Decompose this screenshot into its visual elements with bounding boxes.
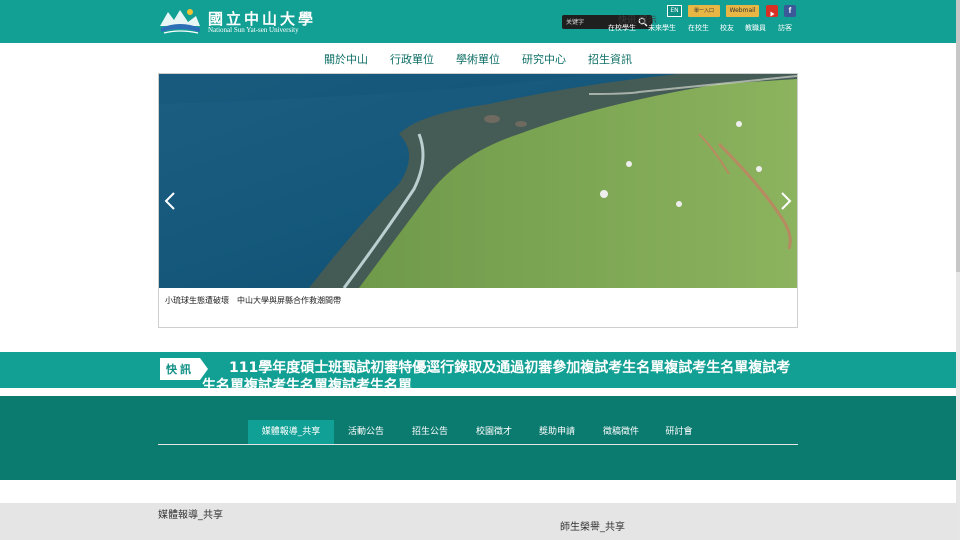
chevron-right-icon[interactable] [779, 191, 793, 211]
tab-activities[interactable]: 活動公告 [338, 420, 394, 444]
tab-call-for-papers[interactable]: 徵稿徵件 [593, 420, 649, 444]
bottom-section: 媒體報導_共享 師生榮譽_共享 [0, 503, 956, 540]
tab-campus-recruitment[interactable]: 校園徵才 [466, 420, 522, 444]
carousel-caption[interactable]: 小琉球生態遭破壞 中山大學與屏縣合作救潮間帶 [165, 295, 341, 306]
audience-link-alumni[interactable]: 校友 [720, 23, 734, 33]
main-navigation: 關於中山 行政單位 學術單位 研究中心 招生資訊 [0, 49, 956, 69]
youtube-icon[interactable] [766, 5, 778, 17]
audience-link-future-students[interactable]: 未來學生 [648, 23, 676, 33]
nav-item-administration[interactable]: 行政單位 [390, 51, 434, 67]
tab-seminars[interactable]: 研討會 [656, 420, 702, 444]
tab-scholarships[interactable]: 獎助申請 [529, 420, 585, 444]
honors-heading: 師生榮譽_共享 [560, 522, 625, 533]
university-logo[interactable]: 國立中山大學 National Sun Yat-sen University [158, 4, 313, 38]
tab-media-reports[interactable]: 媒體報導_共享 [248, 420, 334, 444]
chevron-left-icon[interactable] [163, 191, 177, 211]
webmail-button[interactable]: Webmail [726, 5, 759, 17]
top-header: 國立中山大學 National Sun Yat-sen University 快… [0, 0, 956, 43]
nav-item-about[interactable]: 關於中山 [324, 51, 368, 67]
logo-emblem-icon [160, 9, 200, 34]
audience-link-visitors[interactable]: 訪客 [778, 23, 792, 33]
announcement-tabs-section: 媒體報導_共享 活動公告 招生公告 校園徵才 獎助申請 徵稿徵件 研討會 [0, 396, 956, 480]
flash-news-headline[interactable]: 111學年度碩士班甄試初審特優逕行錄取及通過初審參加複試考生名單複試考生名單複試… [202, 359, 792, 388]
nav-item-admissions[interactable]: 招生資訊 [588, 51, 632, 67]
flash-news-label: 快訊 [166, 363, 194, 376]
facebook-icon[interactable]: f [784, 5, 796, 17]
single-portal-button[interactable]: 單一入口 [688, 5, 720, 17]
scrollbar-thumb[interactable] [956, 0, 960, 272]
nav-item-research[interactable]: 研究中心 [522, 51, 566, 67]
audience-link-staff[interactable]: 教職員 [745, 23, 766, 33]
audience-link-enrolled[interactable]: 在校生 [688, 23, 709, 33]
audience-link-current-students[interactable]: 在校學生 [608, 23, 636, 33]
tab-divider [158, 444, 798, 445]
carousel-image[interactable] [159, 74, 797, 288]
tab-admission-notices[interactable]: 招生公告 [402, 420, 458, 444]
logo-english-name: National Sun Yat-sen University [208, 26, 299, 34]
news-carousel: 小琉球生態遭破壞 中山大學與屏縣合作救潮間帶 [158, 73, 798, 328]
nav-item-academics[interactable]: 學術單位 [456, 51, 500, 67]
media-reports-heading: 媒體報導_共享 [158, 510, 223, 521]
english-language-button[interactable]: EN [667, 5, 682, 17]
flash-news-bar: 快訊 111學年度碩士班甄試初審特優逕行錄取及通過初審參加複試考生名單複試考生名… [0, 352, 956, 388]
